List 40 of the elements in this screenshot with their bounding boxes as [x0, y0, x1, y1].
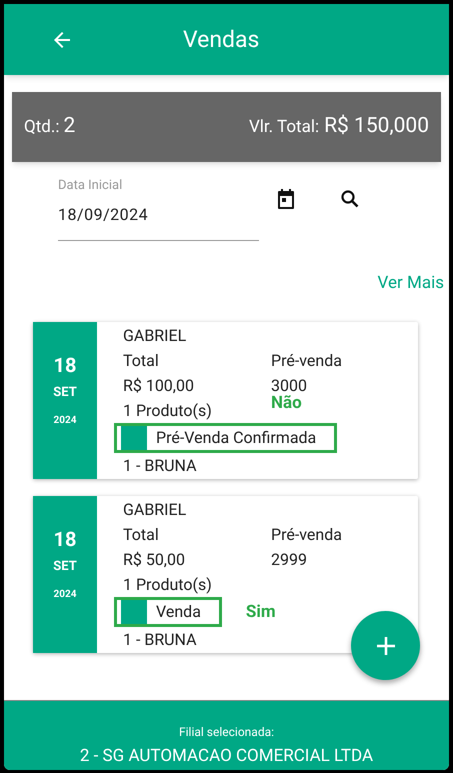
status-text: Pré-Venda Confirmada	[156, 428, 316, 448]
annotation-text: Não	[271, 392, 302, 414]
date-value: 18/09/2024	[58, 205, 148, 225]
seller-name: 1 - BRUNA	[123, 455, 197, 477]
add-button[interactable]	[351, 611, 420, 680]
order-number: 3000	[271, 375, 307, 395]
order-label: Pré-venda	[271, 350, 342, 372]
month-text: SET	[53, 385, 77, 401]
day-text: 18	[54, 353, 76, 377]
total-value: R$ 150,000	[324, 113, 429, 140]
year-text: 2024	[54, 415, 76, 427]
total-label: Vlr. Total:	[248, 116, 320, 140]
field-label: Data Inicial	[58, 178, 122, 194]
annotation-text: Sim	[246, 601, 276, 623]
branch-name: 2 - SG AUTOMACAO COMERCIAL LTDA	[80, 745, 374, 767]
day-text: 18	[54, 527, 76, 551]
total-label: Total	[123, 524, 159, 546]
year-text: 2024	[54, 589, 76, 601]
seller-name: 1 - BRUNA	[123, 629, 197, 651]
screen-title: Vendas	[183, 25, 260, 55]
customer-name: GABRIEL	[123, 499, 186, 521]
status-text: Venda	[156, 602, 201, 622]
status-swatch-icon	[121, 426, 147, 450]
sale-card[interactable]: 18 SET 2024 GABRIEL Total Pré-venda R$ 50,00 2999 1 Produto(s) Venda Sim 1 - BRUNA	[33, 496, 418, 653]
quantity-value: 2	[63, 113, 76, 140]
order-number: 2999	[271, 549, 307, 571]
order-label: Pré-venda	[271, 524, 342, 546]
total-value: R$ 50,00	[123, 549, 185, 571]
products-count: 1 Produto(s)	[123, 400, 212, 422]
customer-name: GABRIEL	[123, 325, 186, 347]
products-count: 1 Produto(s)	[123, 574, 212, 596]
quantity-label: Qtd.:	[24, 116, 60, 140]
footer-label: Filial selecionada:	[178, 725, 274, 739]
sale-card[interactable]: 18 SET 2024 GABRIEL Total Pré-venda R$ 100,00 3000 1 Produto(s) Não Pré-Venda Confirmada 1 - BRUNA	[33, 322, 418, 479]
total-value: R$ 100,00	[123, 375, 194, 397]
month-text: SET	[53, 559, 77, 575]
date-field[interactable]: Data Inicial 18/09/2024	[58, 178, 259, 241]
plus-icon	[376, 636, 394, 654]
status-swatch-icon	[121, 600, 147, 624]
total-label: Total	[123, 350, 159, 372]
